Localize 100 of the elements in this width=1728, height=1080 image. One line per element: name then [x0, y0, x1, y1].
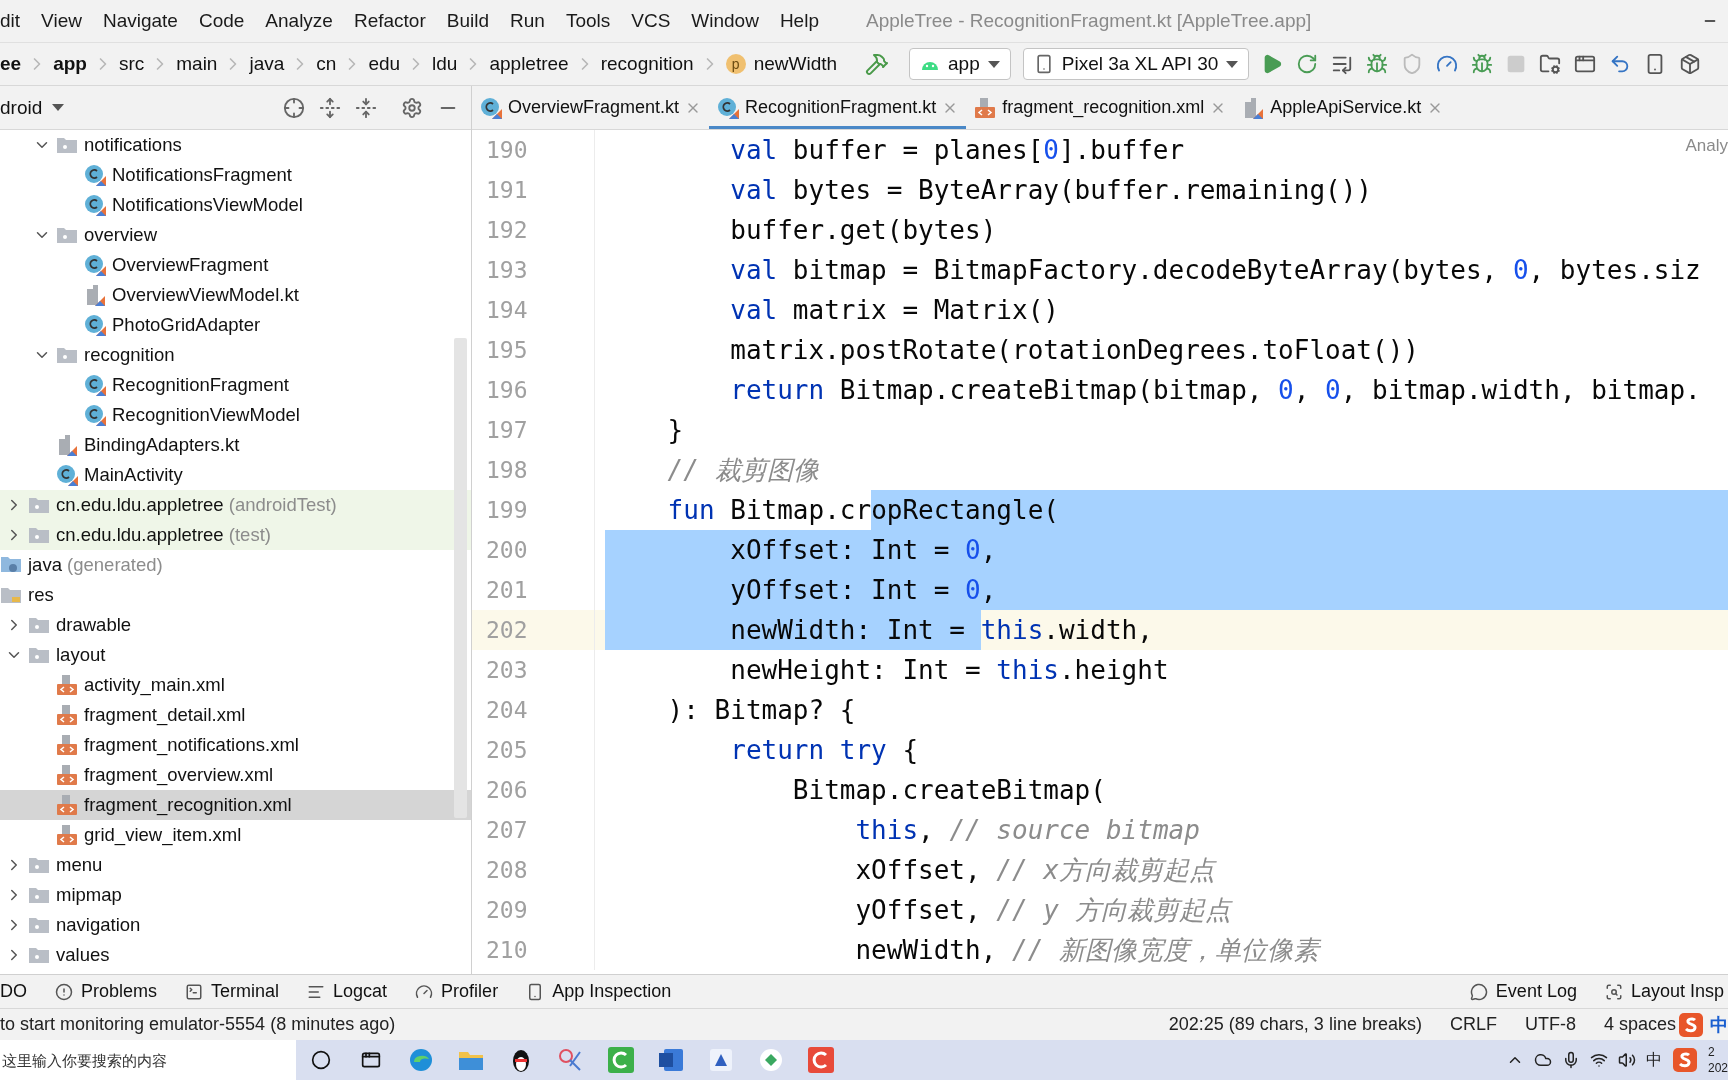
- folder-icon[interactable]: [1539, 53, 1562, 75]
- tree-row[interactable]: RecognitionViewModel: [0, 400, 471, 430]
- crosshair-icon[interactable]: [283, 96, 305, 119]
- menu-item[interactable]: Run: [510, 10, 545, 32]
- editor-tab[interactable]: AppleApiService.kt: [1234, 86, 1452, 129]
- app-icon[interactable]: [608, 1047, 634, 1073]
- breadcrumb-item[interactable]: main: [176, 53, 218, 75]
- menu-item[interactable]: Navigate: [102, 10, 178, 32]
- app-icon[interactable]: [710, 1049, 732, 1071]
- editor-tab[interactable]: OverviewFragment.kt: [472, 86, 710, 129]
- debug-icon[interactable]: [1471, 53, 1494, 75]
- tree-row[interactable]: cn.edu.ldu.appletree (test): [0, 520, 471, 550]
- breadcrumb-item[interactable]: appletree: [489, 53, 569, 75]
- breadcrumb-item[interactable]: java: [249, 53, 285, 75]
- tree-row[interactable]: java (generated): [0, 550, 471, 580]
- tree-row[interactable]: recognition: [0, 340, 471, 370]
- tool-window-button[interactable]: Terminal: [185, 981, 280, 1002]
- tree-row[interactable]: BindingAdapters.kt: [0, 430, 471, 460]
- cloud-icon[interactable]: [1533, 1051, 1552, 1069]
- status-item[interactable]: CRLF: [1449, 1014, 1497, 1035]
- tree-row[interactable]: overview: [0, 220, 471, 250]
- editor-tab[interactable]: fragment_recognition.xml: [966, 86, 1235, 129]
- breadcrumb-item[interactable]: ldu: [432, 53, 458, 75]
- breadcrumb-item[interactable]: newWidth: [753, 53, 838, 75]
- breadcrumb-item[interactable]: app: [53, 53, 87, 75]
- tool-window-button[interactable]: Problems: [55, 981, 158, 1002]
- menu-item[interactable]: View: [41, 10, 82, 32]
- search-field[interactable]: 这里输入你要搜索的内容: [0, 1040, 296, 1080]
- tree-row[interactable]: menu: [0, 850, 471, 880]
- debug-icon[interactable]: [1366, 53, 1389, 75]
- device-dropdown[interactable]: Pixel 3a XL API 30: [1022, 48, 1250, 80]
- scissors-icon[interactable]: [558, 1048, 584, 1072]
- tree-row[interactable]: OverviewViewModel.kt: [0, 280, 471, 310]
- menu-item[interactable]: Refactor: [353, 10, 426, 32]
- breadcrumb-item[interactable]: cn: [316, 53, 337, 75]
- breadcrumb-item[interactable]: src: [118, 53, 145, 75]
- tree-row[interactable]: RecognitionFragment: [0, 370, 471, 400]
- app-icon[interactable]: [759, 1048, 783, 1072]
- expand-icon[interactable]: [319, 96, 341, 119]
- status-item[interactable]: 4 spaces: [1603, 1014, 1676, 1035]
- window-icon[interactable]: [1574, 53, 1597, 75]
- tree-row[interactable]: PhotoGridAdapter: [0, 310, 471, 340]
- tool-window-button[interactable]: App Inspection: [526, 981, 672, 1002]
- package-icon[interactable]: [1679, 53, 1702, 75]
- document-app-icon[interactable]: [658, 1048, 684, 1072]
- wifi-icon[interactable]: [1589, 1051, 1608, 1069]
- view-dropdown[interactable]: droid: [0, 96, 65, 119]
- tree-row[interactable]: fragment_overview.xml: [0, 760, 471, 790]
- menu-item[interactable]: dit: [0, 10, 21, 32]
- volume-icon[interactable]: [1617, 1051, 1636, 1069]
- circle-icon[interactable]: [311, 1050, 331, 1070]
- tree-row[interactable]: drawable: [0, 610, 471, 640]
- tree-row[interactable]: fragment_notifications.xml: [0, 730, 471, 760]
- rerun-icon[interactable]: [1296, 53, 1319, 75]
- menu-item[interactable]: Tools: [565, 10, 611, 32]
- tree-row[interactable]: OverviewFragment: [0, 250, 471, 280]
- menu-item[interactable]: VCS: [631, 10, 671, 32]
- tree-row[interactable]: notifications: [0, 130, 471, 160]
- ime-indicator[interactable]: 中: [1710, 1012, 1728, 1037]
- tree-row[interactable]: MainActivity: [0, 460, 471, 490]
- menu-item[interactable]: Help: [779, 10, 819, 32]
- editor-tab[interactable]: RecognitionFragment.kt: [709, 86, 967, 129]
- sogou-icon[interactable]: [1671, 1047, 1698, 1073]
- tree-row[interactable]: activity_main.xml: [0, 670, 471, 700]
- status-item[interactable]: UTF-8: [1524, 1014, 1576, 1035]
- browser-icon[interactable]: [409, 1048, 433, 1072]
- collapse-icon[interactable]: [355, 96, 377, 119]
- app-icon[interactable]: [808, 1047, 834, 1073]
- penguin-icon[interactable]: [510, 1047, 532, 1073]
- hammer-icon[interactable]: [865, 52, 890, 76]
- tool-window-button[interactable]: Profiler: [415, 981, 499, 1002]
- tree-row[interactable]: NotificationsFragment: [0, 160, 471, 190]
- status-item[interactable]: 202:25 (89 chars, 3 line breaks): [1168, 1014, 1422, 1035]
- tree-row[interactable]: layout: [0, 640, 471, 670]
- tool-window-button[interactable]: Logcat: [307, 981, 388, 1002]
- menu-item[interactable]: Build: [446, 10, 489, 32]
- tree-row[interactable]: fragment_detail.xml: [0, 700, 471, 730]
- clock[interactable]: 2 202: [1707, 1044, 1728, 1076]
- tree-row[interactable]: cn.edu.ldu.appletree (androidTest): [0, 490, 471, 520]
- tool-window-button[interactable]: Event Log: [1469, 981, 1577, 1002]
- settings-icon[interactable]: [401, 96, 423, 119]
- tree-row[interactable]: NotificationsViewModel: [0, 190, 471, 220]
- breadcrumb-item[interactable]: ee: [0, 53, 22, 75]
- task-view-icon[interactable]: [361, 1050, 381, 1070]
- tree-row[interactable]: fragment_recognition.xml: [0, 790, 471, 820]
- sogou-icon[interactable]: [1678, 1011, 1704, 1038]
- tree-row[interactable]: res: [0, 580, 471, 610]
- menu-item[interactable]: Code: [198, 10, 245, 32]
- ime-indicator[interactable]: 中: [1645, 1049, 1662, 1071]
- menu-item[interactable]: Analyze: [265, 10, 333, 32]
- menu-item[interactable]: Window: [691, 10, 759, 32]
- tree-row[interactable]: grid_view_item.xml: [0, 820, 471, 850]
- breadcrumb-item[interactable]: recognition: [600, 53, 694, 75]
- config-dropdown[interactable]: app: [909, 48, 1011, 80]
- breadcrumb-item[interactable]: edu: [368, 53, 401, 75]
- tree-row[interactable]: navigation: [0, 910, 471, 940]
- tree-row[interactable]: mipmap: [0, 880, 471, 910]
- tool-window-button[interactable]: DO: [0, 981, 27, 1002]
- tree-row[interactable]: values: [0, 940, 471, 970]
- tool-window-button[interactable]: Layout Insp: [1604, 981, 1724, 1002]
